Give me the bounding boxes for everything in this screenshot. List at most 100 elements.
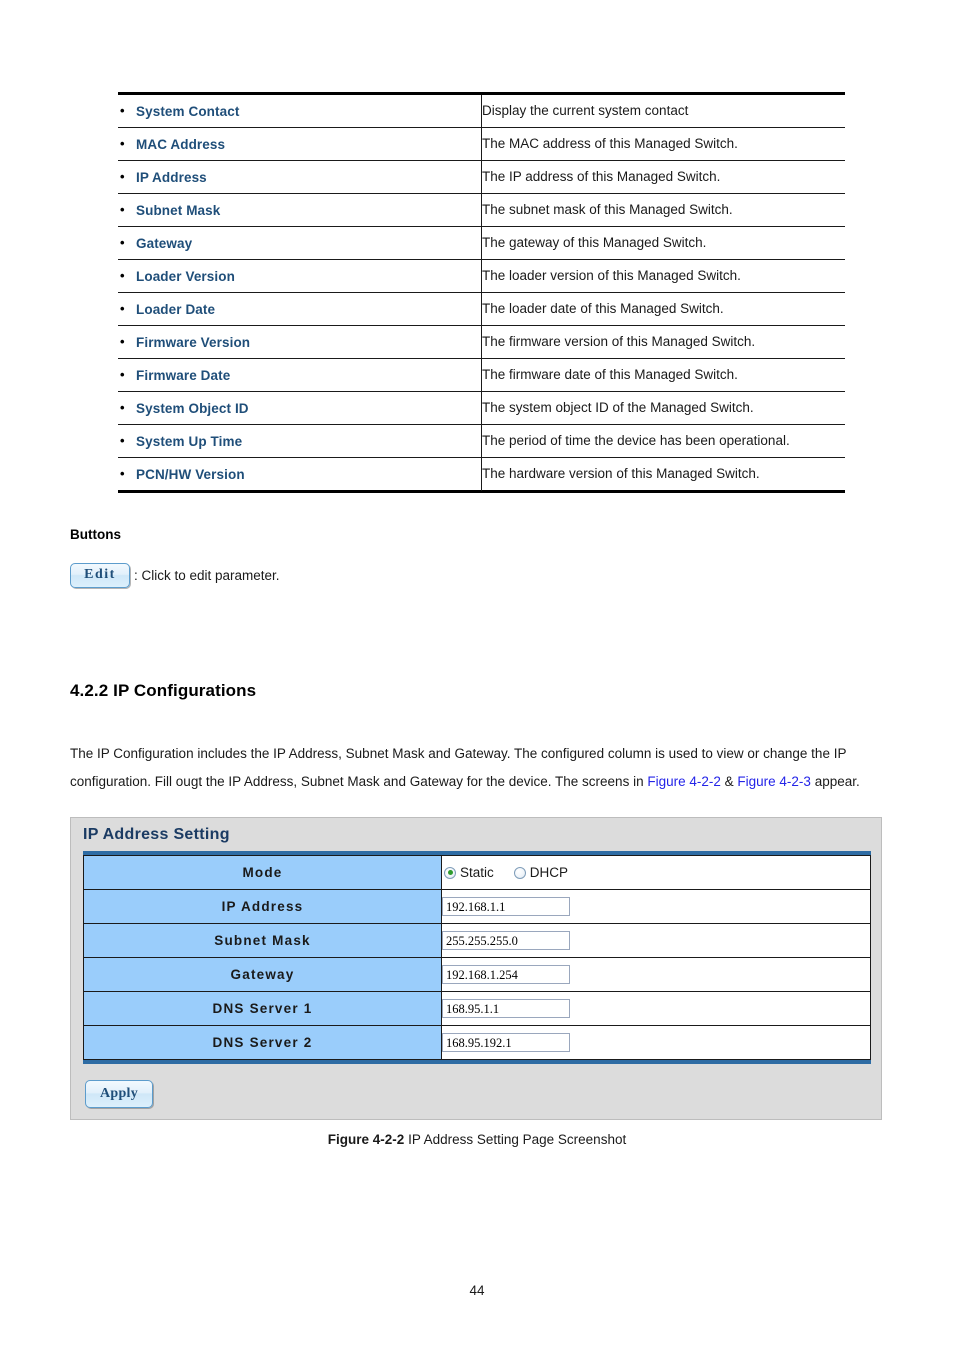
- definition-cell: The firmware date of this Managed Switch…: [481, 358, 845, 392]
- definition-text: The firmware date of this Managed Switch…: [482, 367, 738, 382]
- definition-text: The IP address of this Managed Switch.: [482, 169, 721, 184]
- term-cell: Loader Date: [118, 292, 482, 326]
- definition-text: The firmware version of this Managed Swi…: [482, 334, 756, 349]
- term-cell: System Contact: [118, 94, 482, 128]
- table-row: System ContactDisplay the current system…: [118, 94, 845, 128]
- mode-value-cell: Static DHCP: [441, 855, 871, 890]
- radio-dhcp-icon[interactable]: [513, 866, 526, 879]
- term-label: Gateway: [118, 235, 481, 251]
- dns-server-2-label: DNS Server 2: [83, 1025, 442, 1060]
- table-row: MAC AddressThe MAC address of this Manag…: [118, 127, 845, 161]
- table-row: GatewayThe gateway of this Managed Switc…: [118, 226, 845, 260]
- ip-address-setting-title: IP Address Setting: [83, 826, 230, 843]
- dns-server-1-label: DNS Server 1: [83, 991, 442, 1026]
- term-cell: IP Address: [118, 160, 482, 194]
- radio-dhcp-label[interactable]: DHCP: [530, 865, 568, 880]
- definition-text: The loader date of this Managed Switch.: [482, 301, 724, 316]
- ip-settings-table: Mode Static DHCP IP Address 192.168.1.1 …: [83, 855, 871, 1060]
- ip-address-label: IP Address: [83, 889, 442, 924]
- buttons-section-heading: Buttons: [70, 527, 121, 542]
- term-label: PCN/HW Version: [118, 466, 481, 482]
- table-row: Gateway 192.168.1.254: [83, 957, 871, 992]
- term-label: System Contact: [118, 103, 481, 119]
- term-cell: Firmware Version: [118, 325, 482, 359]
- radio-static-icon[interactable]: [444, 866, 456, 879]
- ip-settings-table-frame: Mode Static DHCP IP Address 192.168.1.1 …: [83, 851, 871, 1064]
- definition-text: The gateway of this Managed Switch.: [482, 235, 707, 250]
- table-row: Loader VersionThe loader version of this…: [118, 259, 845, 293]
- figure-caption: Figure 4-2-2 IP Address Setting Page Scr…: [0, 1132, 954, 1147]
- definition-cell: The loader date of this Managed Switch.: [481, 292, 845, 326]
- term-cell: Subnet Mask: [118, 193, 482, 227]
- definition-cell: The subnet mask of this Managed Switch.: [481, 193, 845, 227]
- term-label: Subnet Mask: [118, 202, 481, 218]
- edit-button-row: Edit : Click to edit parameter.: [70, 563, 280, 588]
- definition-text: The period of time the device has been o…: [482, 433, 790, 448]
- definition-cell: The IP address of this Managed Switch.: [481, 160, 845, 194]
- figure-caption-number: Figure 4-2-2: [327, 1132, 405, 1147]
- section-heading-4-2-2: 4.2.2 IP Configurations: [70, 681, 257, 700]
- term-cell: MAC Address: [118, 127, 482, 161]
- definition-cell: The period of time the device has been o…: [481, 424, 845, 458]
- term-label: System Object ID: [118, 400, 481, 416]
- term-cell: Firmware Date: [118, 358, 482, 392]
- definition-cell: The loader version of this Managed Switc…: [481, 259, 845, 293]
- term-label: Firmware Date: [118, 367, 481, 383]
- table-row: PCN/HW VersionThe hardware version of th…: [118, 457, 846, 491]
- term-cell: PCN/HW Version: [118, 457, 482, 491]
- definition-cell: The firmware version of this Managed Swi…: [481, 325, 845, 359]
- gateway-value-cell: 192.168.1.254: [441, 957, 871, 992]
- table-row: Firmware VersionThe firmware version of …: [118, 325, 845, 359]
- gateway-input[interactable]: 192.168.1.254: [442, 965, 570, 984]
- term-label: Firmware Version: [118, 334, 481, 350]
- subnet-mask-value-cell: 255.255.255.0: [441, 923, 871, 958]
- edit-button[interactable]: Edit: [70, 563, 130, 588]
- definition-text: The loader version of this Managed Switc…: [482, 268, 741, 283]
- definition-cell: Display the current system contact: [481, 94, 845, 128]
- table-row: System Up TimeThe period of time the dev…: [118, 424, 845, 458]
- term-cell: System Object ID: [118, 391, 482, 425]
- ip-address-setting-panel: IP Address Setting Mode Static DHCP IP A…: [70, 817, 882, 1120]
- mode-radio-group: Static DHCP: [442, 865, 870, 880]
- term-label: Loader Version: [118, 268, 481, 284]
- definition-cell: The MAC address of this Managed Switch.: [481, 127, 845, 161]
- apply-button[interactable]: Apply: [85, 1080, 153, 1108]
- definition-cell: The system object ID of the Managed Swit…: [481, 391, 845, 425]
- page-number: 44: [469, 1283, 485, 1298]
- table-row: Subnet Mask 255.255.255.0: [83, 923, 871, 958]
- dns-server-1-input[interactable]: 168.95.1.1: [442, 999, 570, 1018]
- radio-static-label[interactable]: Static: [460, 865, 494, 880]
- dns-server-1-value-cell: 168.95.1.1: [441, 991, 871, 1026]
- definition-text: The system object ID of the Managed Swit…: [482, 400, 754, 415]
- dns-server-2-input[interactable]: 168.95.192.1: [442, 1033, 570, 1052]
- section-paragraph: The IP Configuration includes the IP Add…: [70, 740, 882, 796]
- definition-cell: The hardware version of this Managed Swi…: [482, 458, 846, 491]
- figure-4-2-2-link[interactable]: Figure 4-2-2: [647, 774, 721, 789]
- subnet-mask-input[interactable]: 255.255.255.0: [442, 931, 570, 950]
- definition-text: The subnet mask of this Managed Switch.: [482, 202, 733, 217]
- term-label: IP Address: [118, 169, 481, 185]
- system-info-description-table: System ContactDisplay the current system…: [118, 92, 845, 493]
- term-cell: Loader Version: [118, 259, 482, 293]
- definition-text: Display the current system contact: [482, 103, 689, 118]
- ip-address-value-cell: 192.168.1.1: [441, 889, 871, 924]
- term-label: Loader Date: [118, 301, 481, 317]
- definition-text: The hardware version of this Managed Swi…: [482, 466, 760, 481]
- gateway-label: Gateway: [83, 957, 442, 992]
- paragraph-text-mid: &: [720, 773, 738, 789]
- paragraph-text-part2: appear.: [810, 773, 860, 789]
- subnet-mask-label: Subnet Mask: [83, 923, 442, 958]
- table-row: DNS Server 1 168.95.1.1: [83, 991, 871, 1026]
- table-row-mode: Mode Static DHCP: [83, 855, 871, 890]
- table-row: IP AddressThe IP address of this Managed…: [118, 160, 845, 194]
- table-row: DNS Server 2 168.95.192.1: [83, 1025, 871, 1060]
- term-cell: System Up Time: [118, 424, 482, 458]
- table-row: System Object IDThe system object ID of …: [118, 391, 845, 425]
- table-row: Loader DateThe loader date of this Manag…: [118, 292, 845, 326]
- term-label: MAC Address: [118, 136, 481, 152]
- figure-4-2-3-link[interactable]: Figure 4-2-3: [737, 774, 811, 789]
- ip-address-input[interactable]: 192.168.1.1: [442, 897, 570, 916]
- dns-server-2-value-cell: 168.95.192.1: [441, 1025, 871, 1060]
- definition-cell: The gateway of this Managed Switch.: [481, 226, 845, 260]
- edit-button-description: : Click to edit parameter.: [134, 568, 280, 583]
